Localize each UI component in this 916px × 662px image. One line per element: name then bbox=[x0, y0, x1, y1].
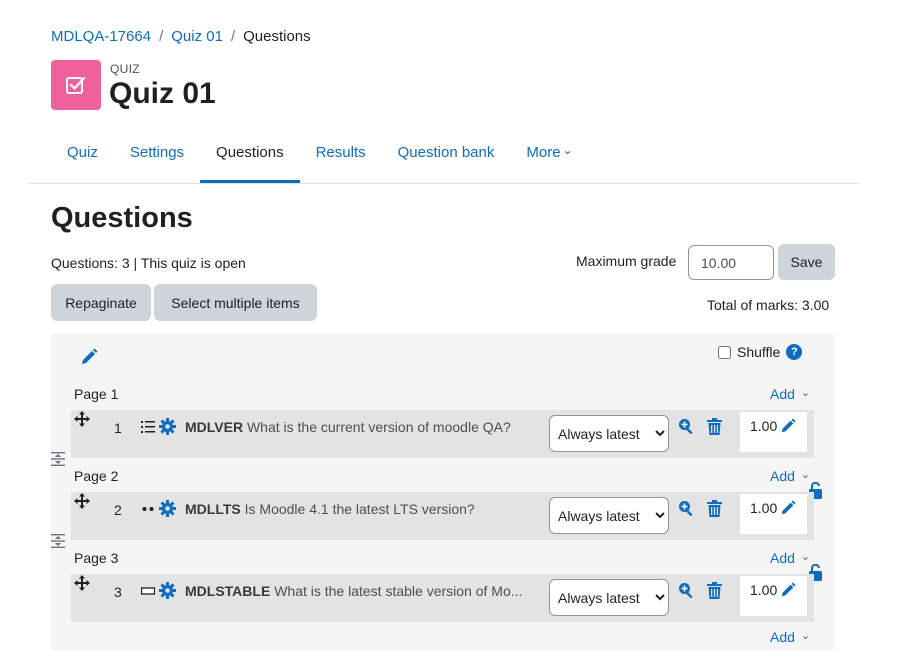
slot-number: 3 bbox=[114, 584, 122, 600]
tab-more[interactable]: More bbox=[510, 140, 588, 183]
edit-mark-icon[interactable] bbox=[780, 582, 796, 598]
question-slot: 2 MDLLTS Is Moodle 4.1 the latest LTS ve… bbox=[71, 492, 814, 540]
move-icon[interactable] bbox=[74, 575, 90, 591]
page-break-icon[interactable] bbox=[51, 534, 65, 548]
version-select[interactable]: Always latest bbox=[549, 579, 669, 616]
quiz-icon bbox=[51, 60, 101, 110]
move-icon[interactable] bbox=[74, 411, 90, 427]
add-question-menu[interactable]: Add bbox=[770, 550, 810, 566]
breadcrumb-separator: / bbox=[159, 28, 164, 45]
preview-icon[interactable] bbox=[678, 418, 694, 435]
edit-mark-icon[interactable] bbox=[780, 500, 796, 516]
slot-number: 2 bbox=[114, 502, 122, 518]
preview-icon[interactable] bbox=[678, 582, 694, 599]
help-icon[interactable]: ? bbox=[786, 344, 803, 360]
tab-quiz[interactable]: Quiz bbox=[51, 140, 114, 183]
total-of-marks: Total of marks: 3.00 bbox=[707, 297, 830, 313]
trash-icon[interactable] bbox=[707, 582, 722, 599]
repaginate-button[interactable]: Repaginate bbox=[51, 284, 151, 321]
multichoice-icon bbox=[141, 420, 155, 434]
select-multiple-items-button[interactable]: Select multiple items bbox=[154, 284, 317, 321]
add-question-menu[interactable]: Add bbox=[770, 386, 810, 402]
page-label: Page 1 bbox=[74, 386, 119, 402]
page-label: Page 2 bbox=[74, 468, 119, 484]
gear-icon[interactable] bbox=[159, 418, 176, 435]
breadcrumb-current: Questions bbox=[243, 28, 311, 45]
gear-icon[interactable] bbox=[159, 500, 176, 517]
shuffle-checkbox[interactable] bbox=[718, 345, 731, 359]
question-text: Is Moodle 4.1 the latest LTS version? bbox=[244, 501, 475, 517]
max-mark-value: 1.00 bbox=[740, 576, 807, 616]
trash-icon[interactable] bbox=[707, 500, 722, 517]
breadcrumb: MDLQA-17664 / Quiz 01 / Questions bbox=[51, 28, 311, 45]
quiz-status-info: Questions: 3 | This quiz is open bbox=[51, 255, 246, 271]
gear-icon[interactable] bbox=[159, 582, 176, 599]
preview-icon[interactable] bbox=[678, 500, 694, 517]
breadcrumb-course-link[interactable]: MDLQA-17664 bbox=[51, 28, 151, 45]
question-name: MDLVER What is the current version of mo… bbox=[185, 419, 511, 435]
tab-questions[interactable]: Questions bbox=[200, 140, 300, 183]
shortanswer-icon bbox=[140, 584, 156, 598]
question-text: What is the latest stable version of Mo.… bbox=[274, 583, 523, 599]
page-label: Page 3 bbox=[74, 550, 119, 566]
page-title: Quiz 01 bbox=[109, 77, 216, 110]
question-name-title: MDLVER bbox=[185, 419, 244, 435]
shuffle-control: Shuffle ? bbox=[718, 344, 803, 360]
tabs-divider bbox=[28, 183, 859, 184]
question-text: What is the current version of moodle QA… bbox=[246, 419, 511, 435]
breadcrumb-quiz-link[interactable]: Quiz 01 bbox=[171, 28, 223, 45]
max-mark-value: 1.00 bbox=[740, 494, 807, 534]
page-break-icon[interactable] bbox=[51, 452, 65, 466]
edit-section-heading-icon[interactable] bbox=[80, 348, 98, 371]
version-select[interactable]: Always latest bbox=[549, 415, 669, 452]
version-select[interactable]: Always latest bbox=[549, 497, 669, 534]
max-grade-input[interactable] bbox=[688, 245, 774, 280]
truefalse-icon bbox=[141, 502, 155, 516]
question-name: MDLLTS Is Moodle 4.1 the latest LTS vers… bbox=[185, 501, 475, 517]
tab-question-bank[interactable]: Question bank bbox=[382, 140, 511, 183]
save-button[interactable]: Save bbox=[778, 244, 835, 280]
secondary-navigation: Quiz Settings Questions Results Question… bbox=[51, 140, 589, 183]
move-icon[interactable] bbox=[74, 493, 90, 509]
question-name-title: MDLLTS bbox=[185, 501, 241, 517]
question-name-title: MDLSTABLE bbox=[185, 583, 271, 599]
question-slot: 3 MDLSTABLE What is the latest stable ve… bbox=[71, 574, 814, 622]
shuffle-label: Shuffle bbox=[737, 344, 781, 360]
slot-number: 1 bbox=[114, 420, 122, 436]
section-heading: Questions bbox=[51, 202, 193, 234]
tab-results[interactable]: Results bbox=[300, 140, 382, 183]
add-question-menu[interactable]: Add bbox=[770, 629, 810, 645]
tab-settings[interactable]: Settings bbox=[114, 140, 200, 183]
activity-type-label: QUIZ bbox=[110, 62, 140, 76]
trash-icon[interactable] bbox=[707, 418, 722, 435]
max-grade-label: Maximum grade bbox=[576, 253, 677, 269]
question-name: MDLSTABLE What is the latest stable vers… bbox=[185, 583, 522, 599]
breadcrumb-separator: / bbox=[230, 28, 236, 45]
edit-mark-icon[interactable] bbox=[780, 418, 796, 434]
question-slot: 1 MDLVER What is the current version of … bbox=[71, 410, 814, 458]
add-question-menu[interactable]: Add bbox=[770, 468, 810, 484]
max-mark-value: 1.00 bbox=[740, 412, 807, 452]
